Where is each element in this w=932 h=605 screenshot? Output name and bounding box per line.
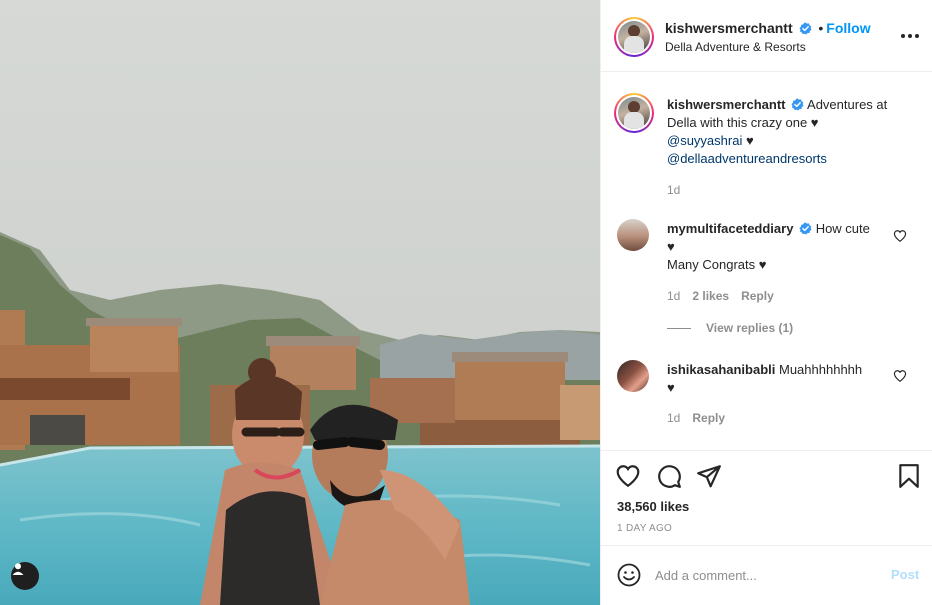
view-replies-label: View replies (1) [706,321,794,335]
heart-emoji: ♥ [810,115,819,130]
author-username[interactable]: kishwersmerchantt [665,20,793,36]
more-options-icon [901,34,905,38]
post-actions: 38,560 likes 1 DAY AGO [601,450,932,545]
more-options-button[interactable] [901,28,921,44]
comment-author-username[interactable]: mymultifaceteddiary [667,221,793,236]
avatar-image [618,97,650,129]
comment-text: mymultifaceteddiary How cute ♥ Many Cong… [667,220,907,274]
caption-timestamp[interactable]: 1d [667,183,680,197]
post-photo[interactable] [0,0,600,605]
heart-emoji: ♥ [745,133,754,148]
comment-composer: Post [601,545,932,605]
comment-timestamp[interactable]: 1d [667,289,680,303]
emoji-icon[interactable] [617,563,641,587]
bookmark-icon[interactable] [896,463,922,489]
commenter-avatar[interactable] [617,360,649,392]
heart-emoji: ♥ [667,380,675,395]
photo-scene [0,0,600,605]
more-dot [915,34,919,38]
user-tag-icon [12,563,24,575]
author-line: kishwersmerchantt • Follow [665,20,871,36]
comment-body: Muahhhhhhhh [779,362,863,377]
reply-button[interactable]: Reply [741,289,774,303]
comment-text: ishikasahanibabli Muahhhhhhhh ♥ [667,361,907,397]
share-icon[interactable] [696,463,722,489]
mention-link[interactable]: @suyyashrai [667,133,742,148]
comment-like-heart-icon[interactable] [893,229,907,243]
verified-badge-icon [791,98,804,111]
view-replies-button[interactable]: View replies (1) [667,321,793,335]
verified-badge-icon [799,222,812,235]
heart-emoji: ♥ [667,239,675,254]
verified-badge-icon [798,22,812,35]
comment-timestamp[interactable]: 1d [667,411,680,425]
caption-author-avatar[interactable] [614,93,654,133]
post-comment-button[interactable]: Post [891,567,919,582]
post-location[interactable]: Della Adventure & Resorts [665,40,806,54]
comment-meta: 1d 2 likes Reply [667,289,774,303]
comments-list[interactable]: kishwersmerchantt Adventures at Della wi… [601,73,932,449]
reply-button[interactable]: Reply [692,411,725,425]
heart-emoji: ♥ [758,257,767,272]
author-avatar[interactable] [614,17,654,57]
avatar-image [618,21,650,53]
caption-text: kishwersmerchantt Adventures at Della wi… [667,96,907,168]
comment-body: How cute [815,221,870,236]
post-header: kishwersmerchantt • Follow Della Adventur… [601,0,932,72]
comment-like-heart-icon[interactable] [893,369,907,383]
mention-link[interactable]: @dellaadventureandresorts [667,151,827,166]
heart-icon[interactable] [615,463,641,489]
more-dot [908,34,912,38]
comment-body-line2: Many Congrats [667,257,756,272]
user-tag-button[interactable] [11,562,39,590]
commenter-avatar[interactable] [617,219,649,251]
comment-input[interactable] [655,564,875,586]
caption-author-username[interactable]: kishwersmerchantt [667,97,786,112]
comment-icon[interactable] [656,463,682,489]
likes-count[interactable]: 38,560 likes [617,499,689,514]
post-date: 1 DAY AGO [617,523,673,534]
post-sidebar: kishwersmerchantt • Follow Della Adventur… [600,0,932,605]
follow-button[interactable]: Follow [826,20,870,36]
comment-author-username[interactable]: ishikasahanibabli [667,362,775,377]
comment-meta: 1d Reply [667,411,725,425]
comment-likes[interactable]: 2 likes [692,289,729,303]
